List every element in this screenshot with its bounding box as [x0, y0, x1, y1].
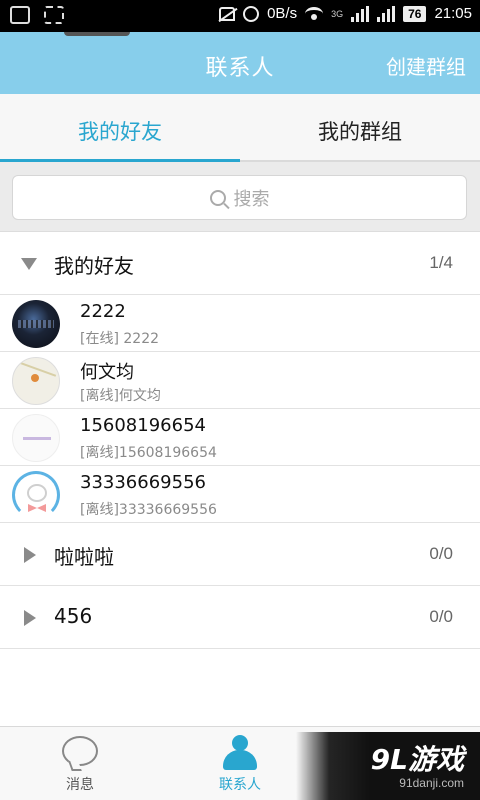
group-count: 0/0: [429, 607, 453, 626]
header-notch: [64, 32, 130, 36]
watermark: 9L游戏 91danji.com: [296, 732, 480, 800]
search-input[interactable]: 搜索: [12, 175, 467, 220]
network-type: 3G: [331, 8, 344, 19]
group-name: 456: [54, 604, 93, 628]
search-icon: [209, 189, 226, 206]
group-count: 1/4: [429, 253, 453, 272]
clock: 21:05: [434, 5, 472, 22]
group-row-my-friends[interactable]: 我的好友 1/4: [0, 232, 480, 295]
battery-level: 76: [403, 5, 427, 22]
app-header: 联系人 创建群组: [0, 32, 480, 94]
contact-row[interactable]: 何文均 [离线]何文均: [0, 352, 480, 409]
contact-row[interactable]: 33336669556 [离线]33336669556: [0, 466, 480, 523]
contact-name: 15608196654: [80, 415, 206, 436]
contact-status: [离线]15608196654: [80, 445, 217, 461]
mute-icon: [219, 6, 236, 21]
group-name: 我的好友: [54, 254, 134, 278]
collapse-arrow-icon: [24, 610, 36, 626]
expand-arrow-icon: [21, 258, 37, 270]
nav-label: 消息: [66, 777, 94, 793]
screenshot-icon: [44, 6, 64, 24]
watermark-logo: 9L游戏: [370, 743, 464, 776]
contact-row[interactable]: 2222 [在线] 2222: [0, 295, 480, 352]
group-row-456[interactable]: 456 0/0: [0, 586, 480, 649]
group-row-lalala[interactable]: 啦啦啦 0/0: [0, 523, 480, 586]
wifi-icon: [305, 6, 324, 21]
tab-my-friends[interactable]: 我的好友: [0, 94, 240, 162]
person-icon: [223, 735, 257, 771]
contact-row[interactable]: 15608196654 [离线]15608196654: [0, 409, 480, 466]
create-group-button[interactable]: 创建群组: [386, 51, 466, 80]
group-count: 0/0: [429, 544, 453, 563]
contact-status: [离线]33336669556: [80, 502, 217, 518]
search-placeholder: 搜索: [233, 188, 270, 210]
group-name: 啦啦啦: [54, 545, 114, 569]
status-bar: 0B/s 3G 76 21:05: [0, 0, 480, 32]
signal-2-icon: [377, 5, 396, 22]
search-area: 搜索: [0, 162, 480, 232]
net-speed: 0B/s: [267, 5, 298, 22]
avatar: [12, 471, 60, 519]
collapse-arrow-icon: [24, 547, 36, 563]
avatar: [12, 414, 60, 462]
alarm-icon: [243, 5, 260, 22]
notification-icon: [10, 6, 30, 24]
contact-name: 33336669556: [80, 472, 206, 493]
signal-icon: [351, 5, 370, 22]
bow-tie-icon: [28, 504, 46, 512]
contact-name: 何文均: [80, 362, 134, 383]
contact-status: [在线] 2222: [80, 331, 160, 347]
chat-bubble-icon: [62, 736, 98, 766]
bear-face-icon: [27, 484, 47, 502]
avatar: [12, 300, 60, 348]
contact-status: [离线]何文均: [80, 388, 161, 404]
nav-messages[interactable]: 消息: [0, 727, 160, 800]
watermark-url: 91danji.com: [399, 776, 464, 790]
tab-my-groups[interactable]: 我的群组: [240, 94, 480, 160]
avatar: [12, 357, 60, 405]
tab-bar: 我的好友 我的群组: [0, 94, 480, 162]
contact-name: 2222: [80, 301, 126, 322]
